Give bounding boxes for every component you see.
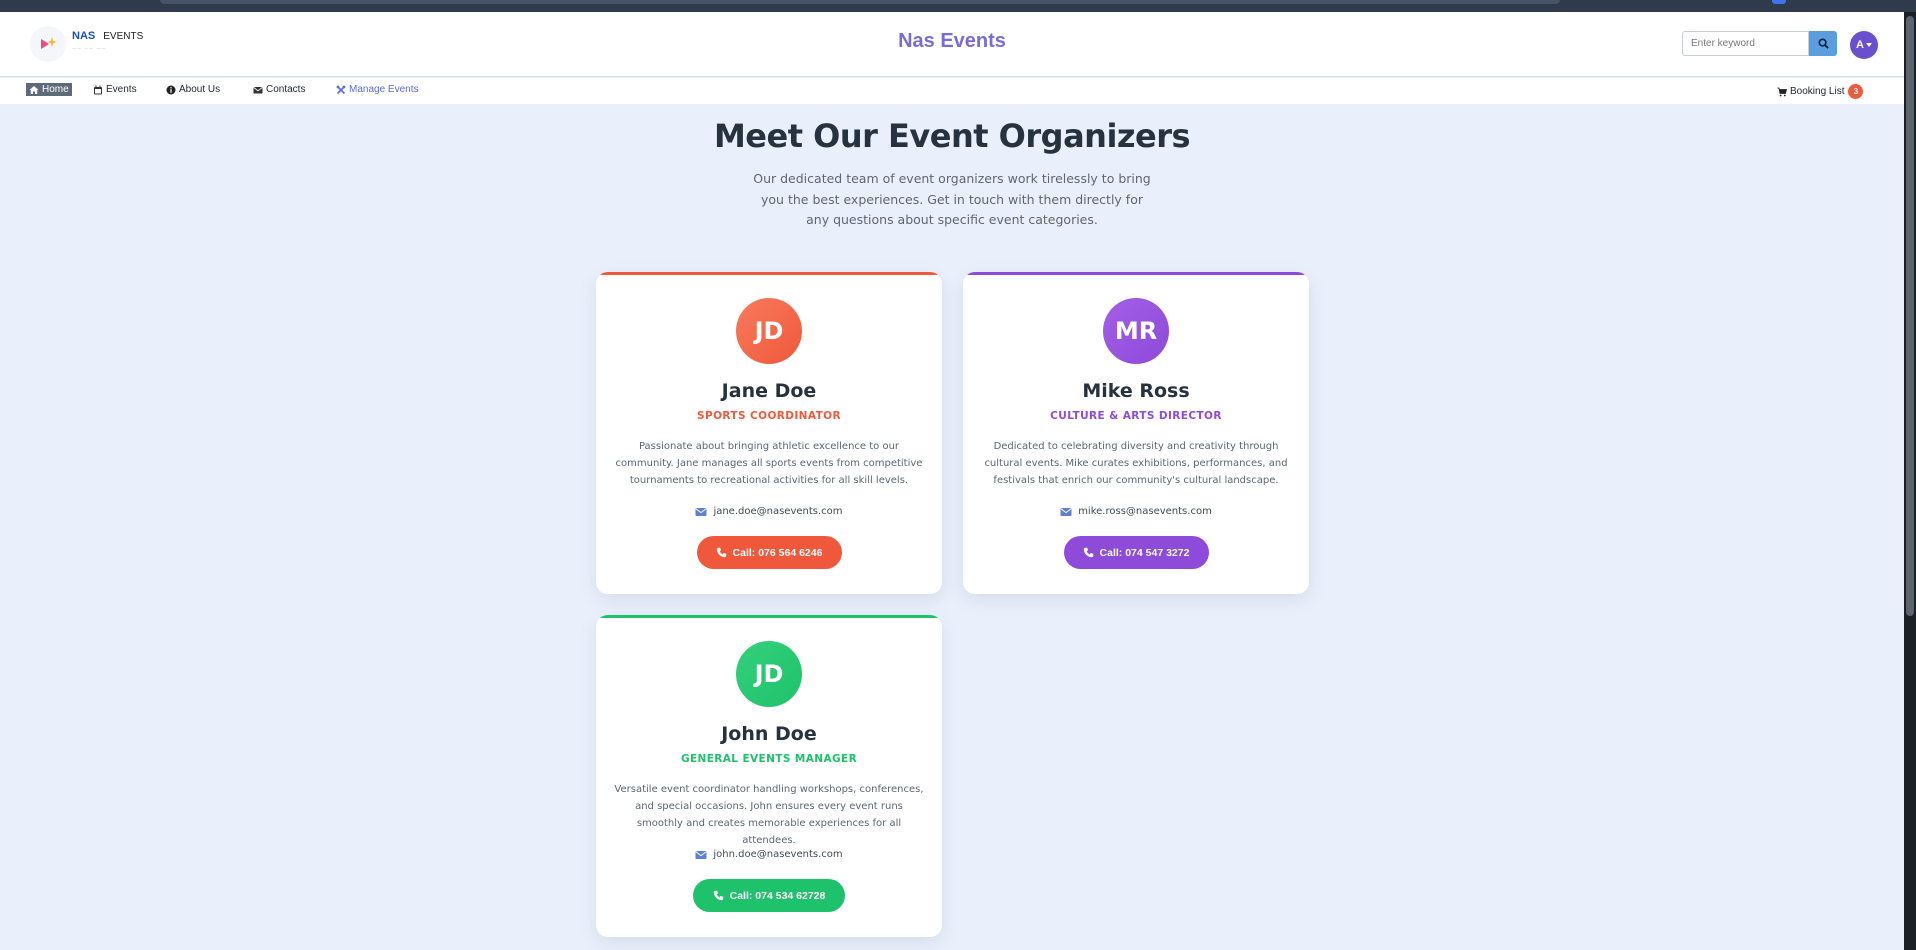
nav-about[interactable]: About Us (166, 84, 220, 95)
scrollbar-thumb[interactable] (1906, 16, 1914, 616)
tools-icon (336, 85, 346, 94)
nav-booking-list-label: Booking List (1790, 86, 1845, 97)
call-button-label: Call: 074 547 3272 (1099, 546, 1190, 559)
home-icon (29, 85, 39, 94)
organizer-description: Dedicated to celebrating diversity and c… (984, 441, 1288, 486)
organizer-card: JD John Doe GENERAL EVENTS MANAGER Versatil… (596, 615, 942, 937)
organizer-avatar: JD (736, 641, 802, 707)
organizer-description: Versatile event coordinator handling wor… (614, 784, 924, 846)
envelope-icon (695, 850, 707, 859)
browser-top-strip (0, 0, 1916, 12)
nav-manage-events-label: Manage Events (349, 84, 419, 95)
call-button-label: Call: 076 564 6246 (732, 546, 823, 559)
search-input[interactable] (1682, 31, 1809, 56)
nav-contacts[interactable]: Contacts (253, 84, 305, 95)
call-button[interactable]: Call: 076 564 6246 (696, 536, 842, 569)
phone-icon (716, 547, 726, 558)
organizer-description: Passionate about bringing athletic excel… (615, 441, 923, 486)
call-button[interactable]: Call: 074 534 62728 (693, 879, 845, 912)
organizer-avatar: JD (736, 298, 802, 364)
search-button[interactable] (1809, 31, 1837, 56)
hero-section: Meet Our Event Organizers Our dedicated … (0, 117, 1904, 231)
organizer-name: Mike Ross (1082, 380, 1190, 402)
organizer-card: JD Jane Doe SPORTS COORDINATOR Passionate a… (596, 272, 942, 594)
scrollbar[interactable] (1904, 12, 1916, 950)
nav-about-label: About Us (179, 84, 221, 95)
envelope-icon (1060, 507, 1072, 516)
main-nav: Home Events About Us Contacts Manage Eve… (0, 78, 1904, 104)
browser-url-bar (160, 0, 1560, 4)
user-menu-button[interactable]: A (1850, 31, 1878, 59)
card-accent-bar (963, 272, 1309, 275)
page-title: Meet Our Event Organizers (713, 117, 1191, 155)
nav-booking-list[interactable]: Booking List 3 (1777, 84, 1864, 99)
nav-manage-events[interactable]: Manage Events (336, 84, 419, 95)
phone-icon (1083, 547, 1093, 558)
booking-count-badge: 3 (1848, 84, 1864, 99)
organizer-email: mike.ross@nasevents.com (1078, 506, 1212, 517)
organizer-email: john.doe@nasevents.com (713, 849, 843, 860)
organizer-card: MR Mike Ross CULTURE & ARTS DIRECTOR Dedica… (963, 272, 1309, 594)
organizer-email-link[interactable]: jane.doe@nasevents.com (596, 506, 942, 517)
card-accent-bar (596, 272, 942, 275)
organizer-email-link[interactable]: mike.ross@nasevents.com (963, 506, 1309, 517)
phone-icon (713, 890, 723, 901)
browser-indicator (1772, 0, 1786, 4)
nav-contacts-label: Contacts (266, 84, 306, 95)
site-title: Nas Events (898, 30, 1006, 52)
card-accent-bar (596, 615, 942, 618)
organizer-role: GENERAL EVENTS MANAGER (680, 753, 858, 765)
site-header: NAS EVENTS —— —— —— Nas Events A (0, 12, 1904, 77)
organizer-role: CULTURE & ARTS DIRECTOR (1050, 410, 1222, 422)
envelope-icon (695, 507, 707, 516)
page-subtitle: Our dedicated team of event organizers w… (753, 171, 1151, 227)
calendar-icon (94, 85, 102, 94)
chevron-down-icon (1865, 43, 1872, 47)
info-icon (166, 85, 176, 94)
organizer-name: John Doe (721, 723, 817, 745)
nav-events-label: Events (106, 84, 137, 95)
nav-home[interactable]: Home (26, 83, 72, 96)
search-form (1682, 31, 1837, 56)
organizer-avatar: MR (1103, 298, 1169, 364)
envelope-icon (253, 86, 263, 93)
organizer-email-link[interactable]: john.doe@nasevents.com (596, 849, 942, 860)
user-avatar-initial: A (1856, 39, 1864, 51)
organizer-role: SPORTS COORDINATOR (697, 410, 841, 422)
nav-events[interactable]: Events (93, 84, 137, 95)
organizer-name: Jane Doe (721, 380, 817, 402)
shopping-cart-icon (1777, 87, 1787, 96)
organizer-email: jane.doe@nasevents.com (713, 506, 843, 517)
search-icon (1817, 38, 1829, 49)
call-button-label: Call: 074 534 62728 (729, 889, 826, 902)
call-button[interactable]: Call: 074 547 3272 (1063, 536, 1209, 569)
nav-home-label: Home (42, 84, 69, 95)
